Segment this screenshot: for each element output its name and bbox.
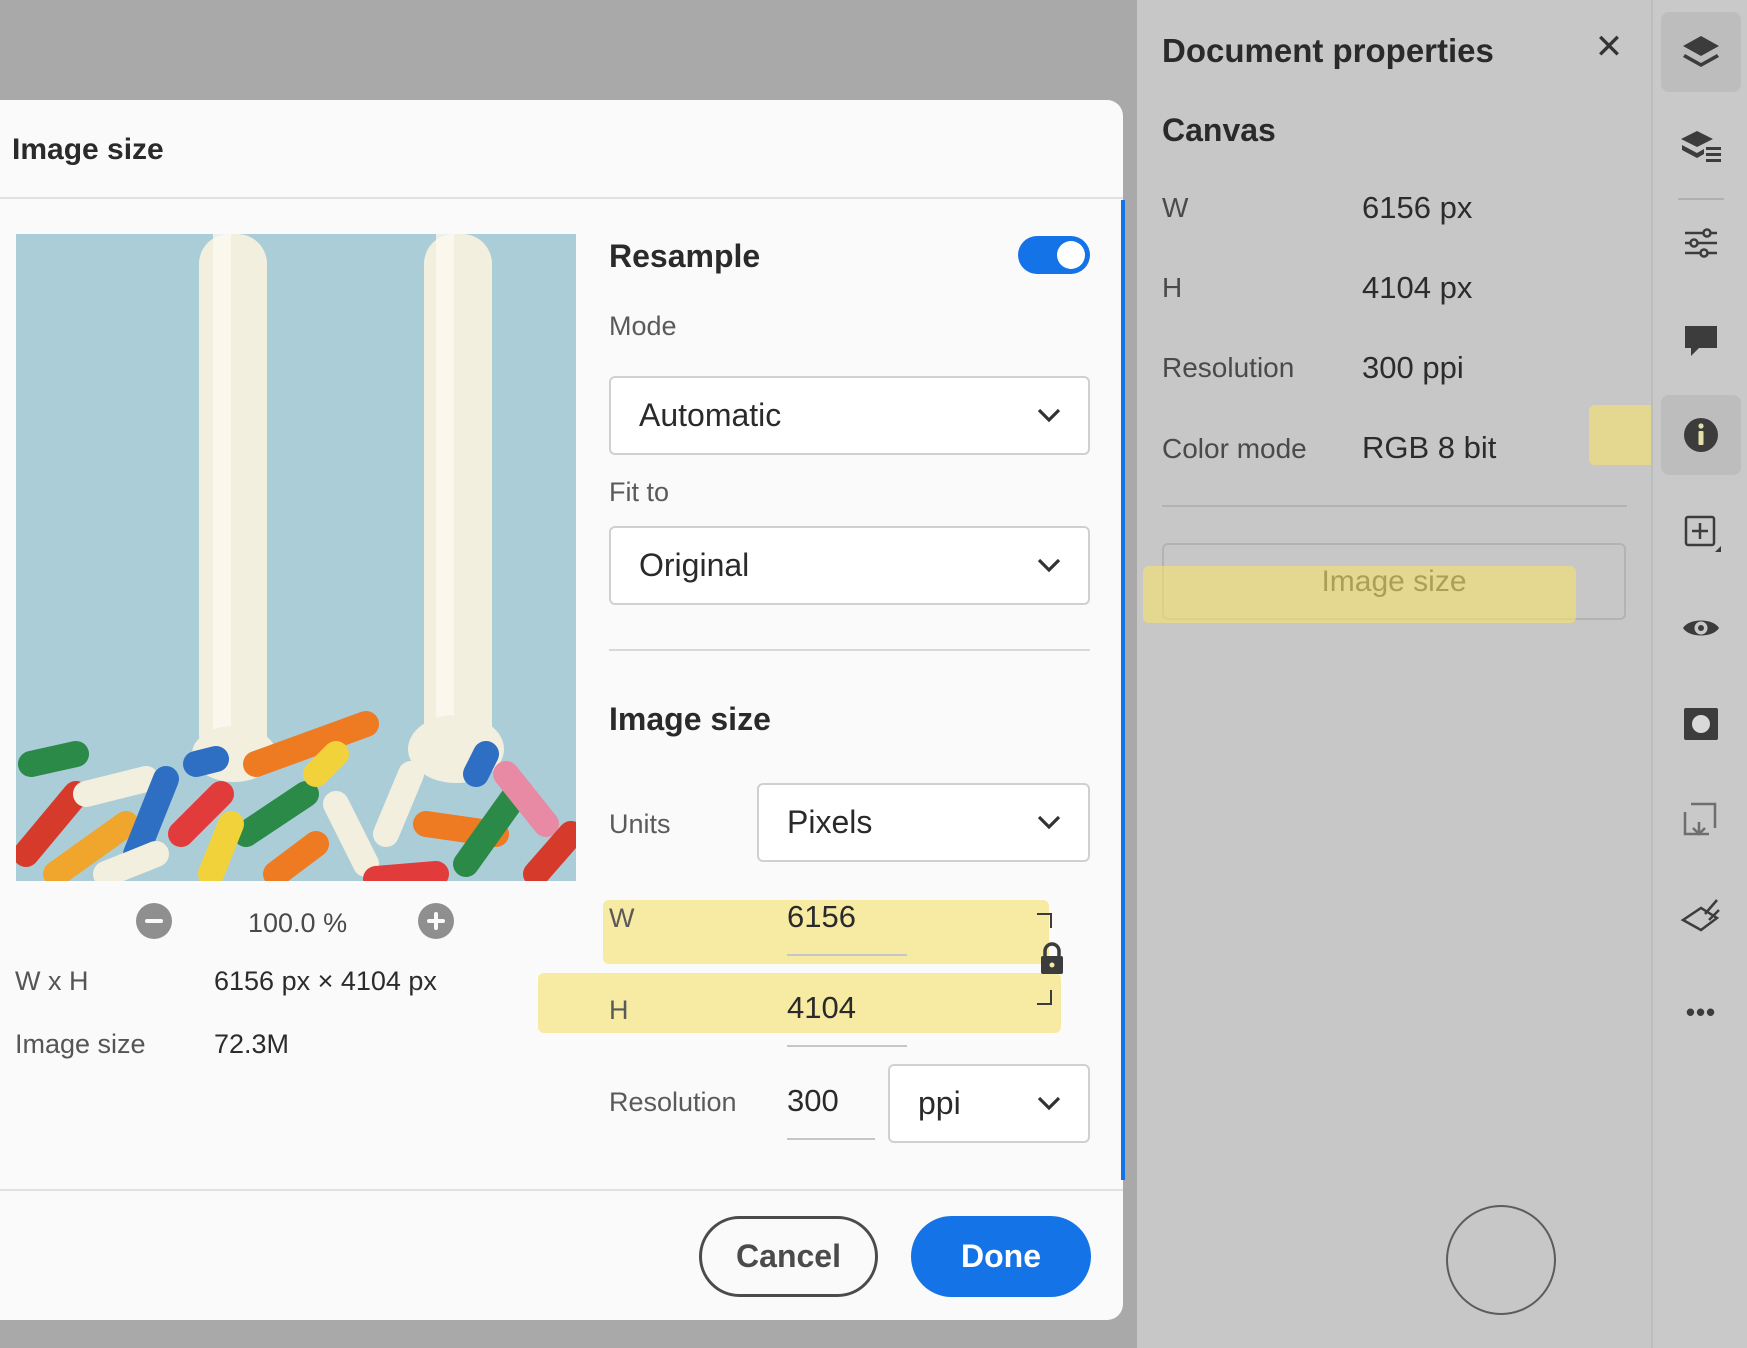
brush-icon[interactable] (1661, 876, 1741, 956)
canvas-resolution-label: Resolution (1162, 352, 1295, 383)
panel-title: Document properties (1162, 32, 1494, 69)
width-input[interactable]: 6156 (787, 899, 856, 935)
lock-icon[interactable] (1037, 941, 1067, 977)
canvas-width-label: W (1162, 192, 1189, 223)
wxh-label: W x H (15, 966, 89, 996)
floating-action-button[interactable] (1446, 1205, 1556, 1315)
resolution-label: Resolution (609, 1087, 737, 1117)
comments-icon[interactable] (1661, 300, 1741, 380)
highlight-marker (1143, 566, 1576, 623)
image-preview (16, 234, 576, 881)
height-input[interactable]: 4104 (787, 990, 856, 1026)
resolution-unit-select[interactable]: ppi (888, 1064, 1090, 1143)
cancel-button[interactable]: Cancel (699, 1216, 878, 1297)
toolbar-divider (1678, 198, 1724, 200)
layers-icon[interactable] (1661, 12, 1741, 92)
canvas-height-value: 4104 px (1362, 270, 1473, 305)
units-value: Pixels (787, 804, 873, 840)
dialog-footer-divider (0, 1189, 1123, 1191)
units-select[interactable]: Pixels (757, 783, 1090, 862)
zoom-out-button[interactable] (136, 903, 172, 939)
resample-toggle[interactable] (1018, 236, 1090, 274)
mode-select[interactable]: Automatic (609, 376, 1090, 455)
chevron-down-icon (1037, 815, 1061, 830)
height-input-underline (787, 1045, 907, 1047)
color-mode-label: Color mode (1162, 433, 1307, 464)
mask-icon[interactable] (1661, 684, 1741, 764)
chevron-down-icon (1037, 558, 1061, 573)
fit-to-select[interactable]: Original (609, 526, 1090, 605)
add-layer-icon[interactable] (1661, 492, 1741, 572)
focus-edge (1121, 200, 1125, 1180)
close-icon[interactable]: ✕ (1594, 30, 1624, 66)
height-label: H (609, 995, 629, 1025)
canvas-section-title: Canvas (1162, 112, 1276, 148)
info-icon[interactable] (1661, 395, 1741, 475)
image-size-dialog: Image size 100.0 % W x H 6156 px × 4104 … (0, 100, 1125, 1320)
chevron-down-icon (1037, 1096, 1061, 1111)
resolution-input-underline (787, 1138, 875, 1140)
visibility-icon[interactable] (1661, 588, 1741, 668)
done-button[interactable]: Done (911, 1216, 1091, 1297)
canvas-width-value: 6156 px (1362, 190, 1473, 225)
right-toolbar: ••• (1651, 0, 1747, 1348)
width-input-underline (787, 954, 907, 956)
link-bracket-bottom-icon (1037, 990, 1052, 1005)
chevron-down-icon (1037, 408, 1061, 423)
wxh-value: 6156 px × 4104 px (214, 966, 437, 996)
mode-value: Automatic (639, 397, 782, 433)
layer-properties-icon[interactable] (1661, 107, 1741, 187)
zoom-value: 100.0 % (248, 908, 348, 938)
zoom-in-button[interactable] (418, 903, 454, 939)
canvas-height-label: H (1162, 272, 1183, 303)
color-mode-value: RGB 8 bit (1362, 430, 1497, 465)
resolution-unit-value: ppi (918, 1085, 961, 1121)
resolution-input[interactable]: 300 (787, 1083, 839, 1119)
units-label: Units (609, 809, 671, 839)
image-size-section-title: Image size (609, 701, 771, 737)
document-properties-panel: Document properties ✕ Canvas W 6156 px H… (1137, 0, 1651, 1348)
mode-label: Mode (609, 311, 677, 341)
link-bracket-top-icon (1037, 913, 1052, 928)
file-size-value: 72.3M (214, 1029, 290, 1059)
crop-icon[interactable] (1661, 780, 1741, 860)
fit-to-label: Fit to (609, 477, 670, 507)
file-size-label: Image size (15, 1029, 146, 1059)
dialog-title: Image size (12, 133, 164, 166)
canvas-resolution-value: 300 ppi (1362, 350, 1464, 385)
dialog-header-divider (0, 197, 1123, 199)
width-label: W (609, 903, 635, 933)
section-divider (609, 649, 1090, 651)
adjustments-icon[interactable] (1661, 203, 1741, 283)
panel-divider (1162, 505, 1627, 507)
more-icon[interactable]: ••• (1661, 972, 1741, 1052)
resample-title: Resample (609, 238, 761, 274)
fit-to-value: Original (639, 547, 750, 583)
